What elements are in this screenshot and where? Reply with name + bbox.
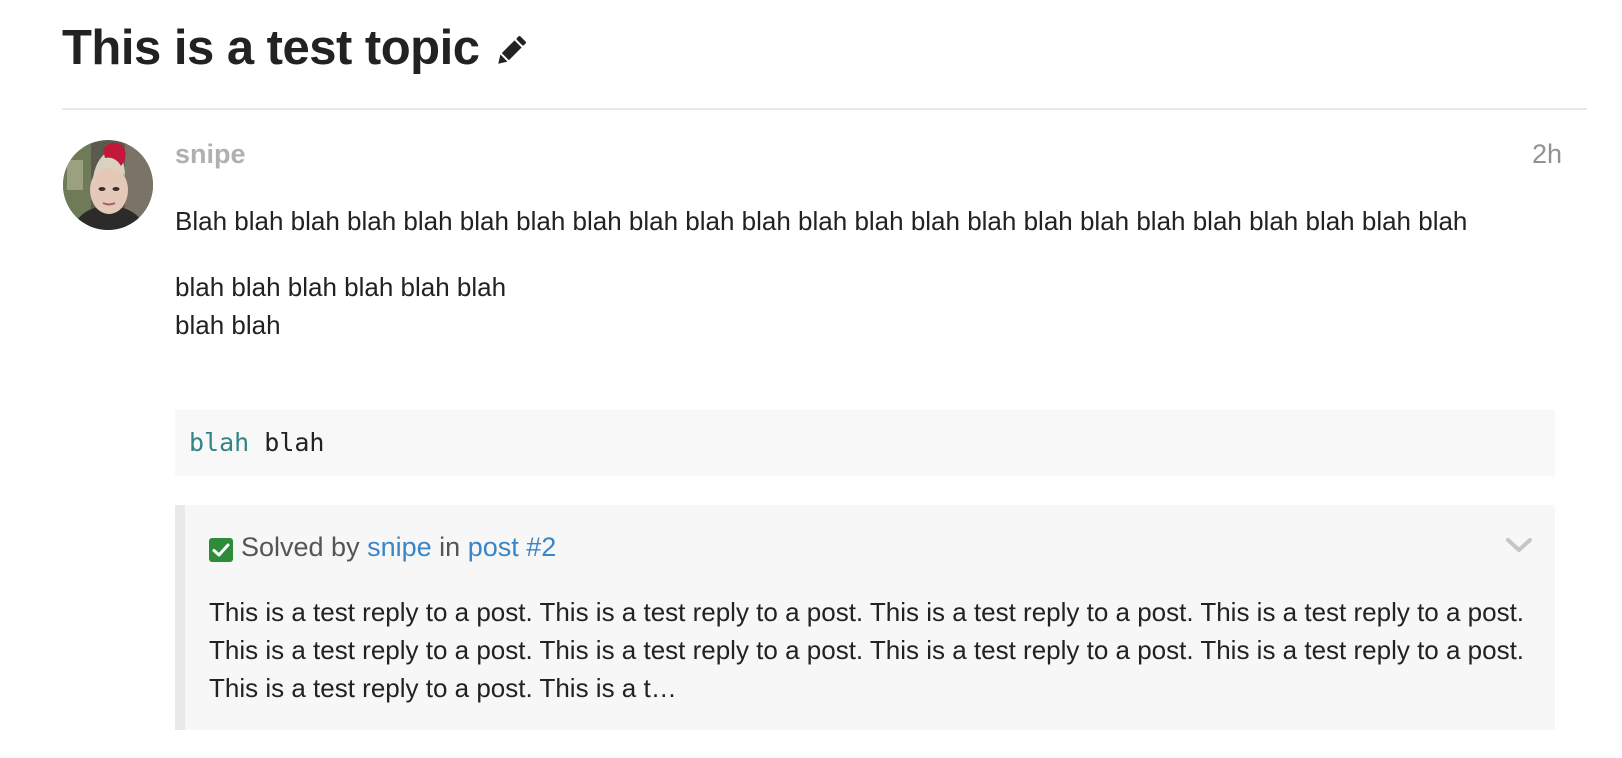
topic-page: This is a test topic snipe 2h Blah blah … [0, 0, 1622, 758]
accepted-answer-header: Solved by snipe in post #2 [209, 529, 556, 565]
title-divider [62, 108, 1587, 110]
solver-username-link[interactable]: snipe [367, 529, 432, 565]
topic-title-row: This is a test topic [62, 18, 529, 78]
accepted-answer-quote: Solved by snipe in post #2 This is a tes… [175, 505, 1555, 730]
topic-title[interactable]: This is a test topic [62, 18, 480, 78]
post-body: Blah blah blah blah blah blah blah blah … [175, 202, 1570, 372]
post-paragraph-line: blah blah [175, 310, 281, 340]
chevron-down-icon[interactable] [1505, 535, 1533, 555]
in-label: in [439, 532, 461, 562]
post-date[interactable]: 2h [1532, 136, 1562, 172]
post-username[interactable]: snipe [175, 136, 246, 172]
accepted-answer-excerpt: This is a test reply to a post. This is … [209, 597, 1525, 703]
post-number-link[interactable]: post #2 [468, 529, 557, 565]
code-block: blah blah [175, 410, 1555, 476]
post-paragraph-line: blah blah blah blah blah blah [175, 272, 507, 302]
code-text: blah [249, 428, 325, 457]
checkbox-check-icon [209, 535, 233, 562]
post-paragraph: blah blah blah blah blah blah blah blah [175, 268, 1570, 344]
post-paragraph: Blah blah blah blah blah blah blah blah … [175, 206, 1468, 236]
pencil-icon[interactable] [493, 33, 529, 69]
code-keyword: blah [189, 428, 250, 457]
solved-by-label: Solved by [241, 532, 360, 562]
avatar[interactable] [63, 140, 153, 230]
